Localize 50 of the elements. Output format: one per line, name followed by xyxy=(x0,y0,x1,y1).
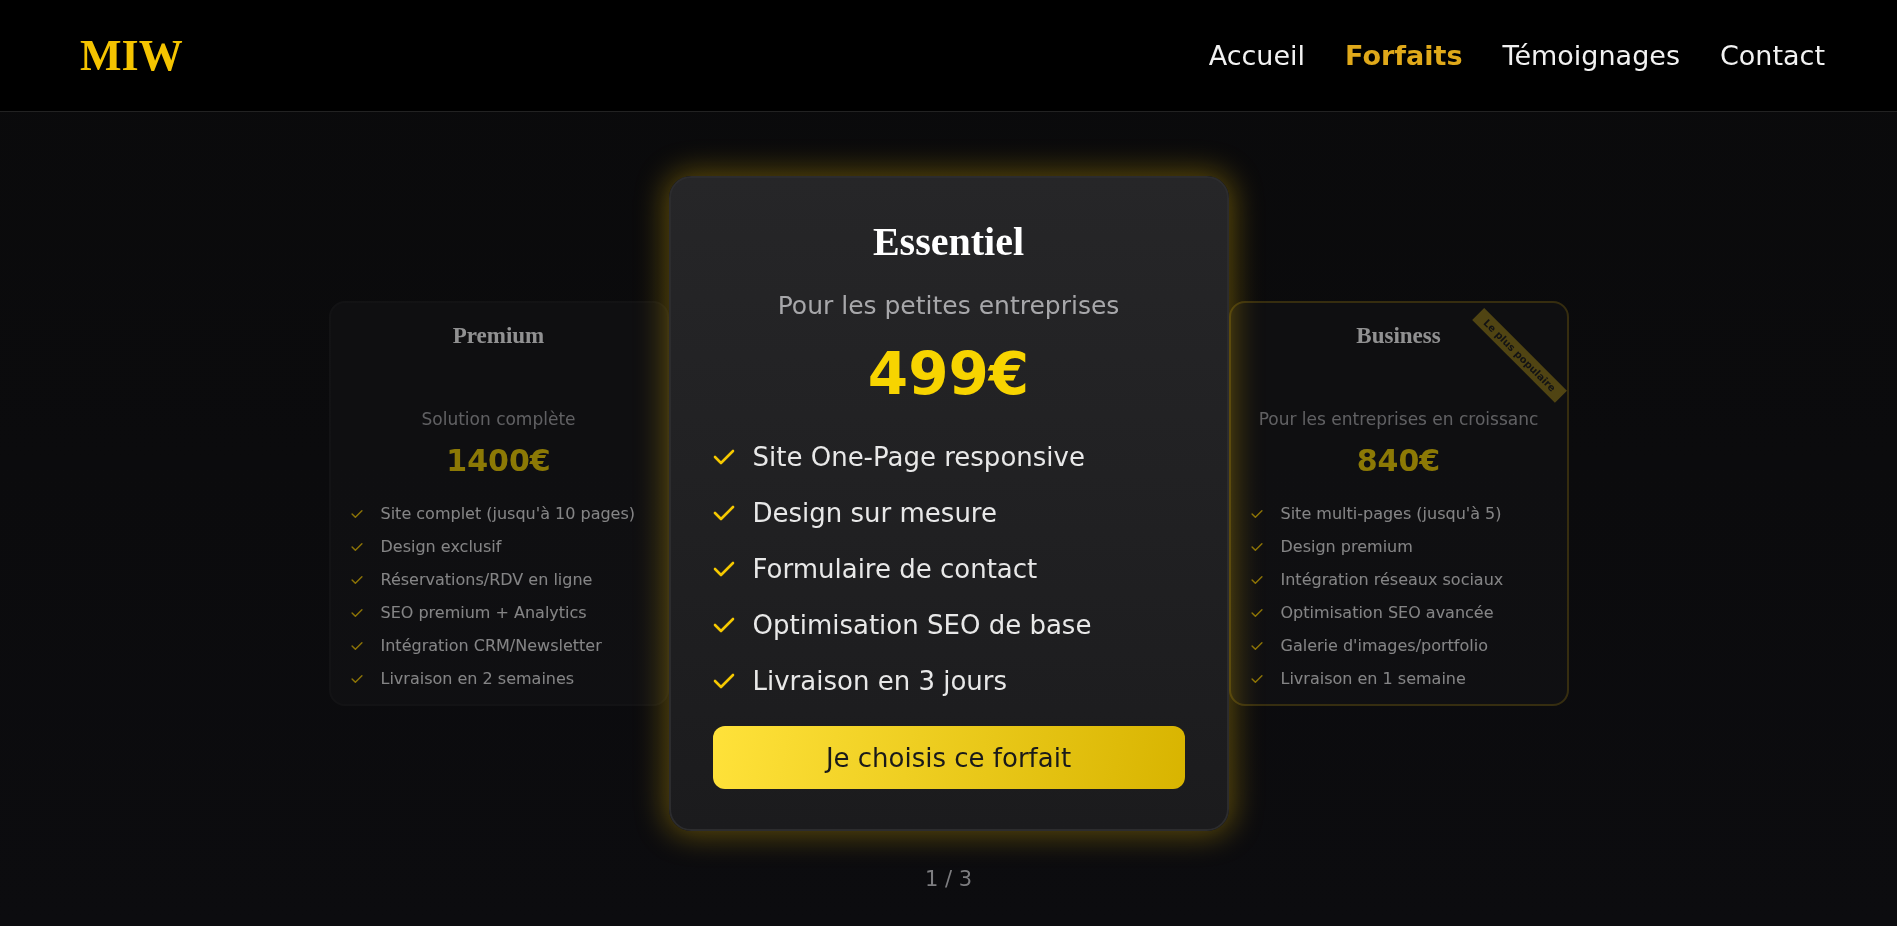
check-icon xyxy=(712,504,735,522)
check-icon xyxy=(1250,574,1263,585)
choose-plan-button[interactable]: Je choisis ce forfait xyxy=(712,726,1185,789)
plan-price: 840€ xyxy=(1356,443,1441,478)
feature-text: Livraison en 1 semaine xyxy=(1280,669,1466,688)
plan-subtitle: Pour les petites entreprises xyxy=(777,291,1120,320)
feature-text: Design premium xyxy=(1280,537,1413,556)
check-icon xyxy=(712,448,735,466)
feature-text: Formulaire de contact xyxy=(752,554,1038,584)
plan-subtitle: Solution complète xyxy=(421,409,576,429)
page-indicator: 1 / 3 xyxy=(924,867,973,891)
feature-text: Galerie d'images/portfolio xyxy=(1280,636,1488,655)
check-icon xyxy=(712,616,735,634)
nav-link[interactable]: Accueil xyxy=(1208,40,1306,71)
feature-text: Réservations/RDV en ligne xyxy=(380,570,593,589)
check-icon xyxy=(350,607,363,618)
feature-text: Site One-Page responsive xyxy=(752,442,1085,472)
feature-text: Livraison en 2 semaines xyxy=(380,669,575,688)
check-icon xyxy=(1250,607,1263,618)
check-icon xyxy=(1250,541,1263,552)
plan-price: 499€ xyxy=(867,340,1030,408)
plan-name: Business xyxy=(1356,323,1441,349)
feature-text: Intégration réseaux sociaux xyxy=(1280,570,1504,589)
check-icon xyxy=(1250,640,1263,651)
check-icon xyxy=(350,640,363,651)
plan-price: 1400€ xyxy=(446,443,551,478)
feature-text: Site complet (jusqu'à 10 pages) xyxy=(380,504,635,523)
check-icon xyxy=(712,672,735,690)
nav-link[interactable]: Forfaits xyxy=(1345,40,1463,71)
feature-text: Intégration CRM/Newsletter xyxy=(380,636,602,655)
nav-link[interactable]: Témoignages xyxy=(1502,40,1680,71)
check-icon xyxy=(350,673,363,684)
check-icon xyxy=(350,508,363,519)
nav-link[interactable]: Contact xyxy=(1719,40,1825,71)
feature-text: Optimisation SEO de base xyxy=(752,610,1092,640)
check-icon xyxy=(1250,508,1263,519)
check-icon xyxy=(1250,673,1263,684)
check-icon xyxy=(712,560,735,578)
feature-text: Livraison en 3 jours xyxy=(752,666,1008,696)
plan-subtitle: Pour les entreprises en croissanc xyxy=(1258,409,1539,429)
feature-text: Design exclusif xyxy=(380,537,502,556)
feature-text: Site multi-pages (jusqu'à 5) xyxy=(1280,504,1502,523)
check-icon xyxy=(350,574,363,585)
check-icon xyxy=(350,541,363,552)
logo[interactable]: MIW xyxy=(80,30,183,81)
plan-name: Essentiel xyxy=(872,218,1025,265)
plan-name: Premium xyxy=(452,323,545,349)
feature-text: SEO premium + Analytics xyxy=(380,603,587,622)
feature-text: Design sur mesure xyxy=(752,498,997,528)
feature-text: Optimisation SEO avancée xyxy=(1280,603,1494,622)
